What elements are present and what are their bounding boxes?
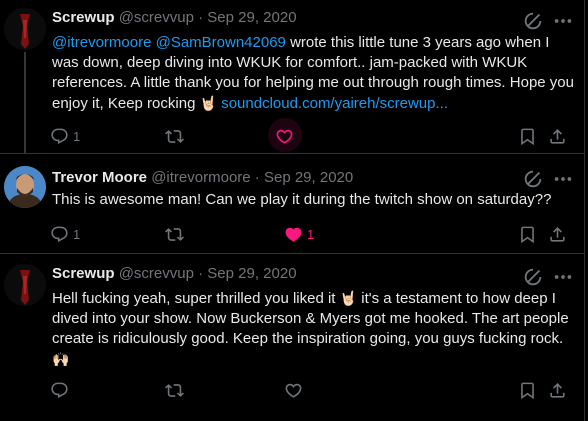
like-icon	[284, 381, 303, 400]
tweet-text: This is awesome man! Can we play it duri…	[52, 191, 552, 208]
retweet-icon	[165, 225, 184, 244]
bookmark-icon	[518, 127, 537, 146]
retweet-button[interactable]	[165, 124, 184, 148]
tweet-date[interactable]: Sep 29, 2020	[207, 9, 296, 26]
like-filled-icon	[284, 225, 303, 244]
timeline-right-border	[584, 0, 585, 421]
tweet-actions: 1	[44, 118, 584, 152]
bookmark-icon	[518, 381, 537, 400]
retweet-icon	[165, 381, 184, 400]
grok-icon[interactable]	[522, 10, 544, 32]
trevor-avatar-image	[4, 166, 46, 208]
like-icon	[275, 127, 294, 146]
separator: ·	[198, 9, 204, 26]
share-icon	[548, 381, 567, 400]
avatar-screwup[interactable]	[4, 264, 46, 306]
avatar-screwup[interactable]	[4, 8, 46, 50]
author-handle[interactable]: @screvvup	[119, 9, 194, 26]
reply-icon	[50, 127, 69, 146]
like-button[interactable]	[268, 118, 302, 152]
bookmark-button[interactable]	[518, 378, 537, 402]
tweet-date[interactable]: Sep 29, 2020	[207, 265, 296, 282]
reply-button[interactable]: 1	[50, 222, 80, 246]
mention-link[interactable]: @SamBrown42069	[156, 34, 286, 51]
tweet-1[interactable]: Screwup @screvvup · Sep 29, 2020 @itrevo…	[0, 0, 584, 153]
like-count: 1	[307, 226, 315, 242]
share-icon	[548, 225, 567, 244]
retweet-button[interactable]	[165, 222, 184, 246]
tweet-3[interactable]: Screwup @screvvup · Sep 29, 2020 Hell fu…	[0, 254, 584, 421]
tweet-2[interactable]: Trevor Moore @itrevormoore · Sep 29, 202…	[0, 154, 584, 253]
screwup-avatar-image	[4, 8, 46, 50]
share-button[interactable]	[548, 124, 567, 148]
reply-count: 1	[73, 128, 81, 144]
tweet-body: Hell fucking yeah, super thrilled you li…	[52, 290, 340, 307]
bookmark-button[interactable]	[518, 222, 537, 246]
raised-hands-emoji: 🙌🏻	[52, 351, 70, 367]
tweet-header: Trevor Moore @itrevormoore · Sep 29, 202…	[52, 168, 353, 188]
tweet-text: @itrevormoore @SamBrown42069 wrote this …	[52, 33, 576, 114]
like-button[interactable]: 1	[284, 222, 314, 246]
rock-hand-emoji: 🤘🏻	[339, 290, 358, 306]
reply-icon	[50, 381, 69, 400]
reply-button[interactable]: 1	[50, 124, 80, 148]
separator: ·	[198, 265, 204, 282]
tweet-actions: 1 1	[44, 222, 584, 246]
bookmark-button[interactable]	[518, 124, 537, 148]
separator: ·	[254, 169, 260, 186]
more-options-icon[interactable]	[552, 10, 574, 32]
tweet-actions	[44, 378, 584, 402]
retweet-button[interactable]	[165, 378, 184, 402]
retweet-icon	[165, 127, 184, 146]
bookmark-icon	[518, 225, 537, 244]
author-handle[interactable]: @screvvup	[119, 265, 194, 282]
author-handle[interactable]: @itrevormoore	[151, 169, 250, 186]
screwup-avatar-image	[4, 264, 46, 306]
share-button[interactable]	[548, 222, 567, 246]
share-icon	[548, 127, 567, 146]
tweet-date[interactable]: Sep 29, 2020	[264, 169, 353, 186]
reply-button[interactable]	[50, 378, 69, 402]
author-name[interactable]: Screwup	[52, 265, 115, 282]
rock-hand-emoji: 🤘🏻	[199, 95, 218, 111]
reply-icon	[50, 225, 69, 244]
more-options-icon[interactable]	[552, 168, 574, 190]
grok-icon[interactable]	[522, 266, 544, 288]
tweet-header: Screwup @screvvup · Sep 29, 2020	[52, 8, 297, 28]
share-button[interactable]	[548, 378, 567, 402]
avatar-trevor-moore[interactable]	[4, 166, 46, 208]
mention-link[interactable]: @itrevormoore	[52, 34, 151, 51]
more-options-icon[interactable]	[552, 266, 574, 288]
author-name[interactable]: Trevor Moore	[52, 169, 147, 186]
grok-icon[interactable]	[522, 168, 544, 190]
thread-line	[24, 52, 26, 153]
author-name[interactable]: Screwup	[52, 9, 115, 26]
tweet-text: Hell fucking yeah, super thrilled you li…	[52, 288, 576, 370]
like-button[interactable]	[284, 378, 303, 402]
reply-count: 1	[73, 226, 81, 242]
tweet-header: Screwup @screvvup · Sep 29, 2020	[52, 264, 297, 284]
soundcloud-link[interactable]: soundcloud.com/yaireh/screwup...	[221, 95, 448, 112]
